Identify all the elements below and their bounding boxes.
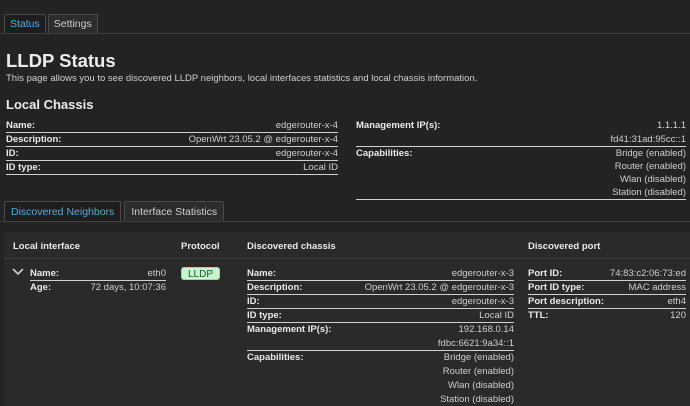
capabilities-row: Capabilities: Bridge (enabled) [356,147,686,160]
interface-age: 72 days, 10:07:36 [90,282,166,293]
neighbor-mgmt-ip-row-2: fdbc:6621:9a34::1 [247,337,514,351]
protocol-badge: LLDP [181,267,221,280]
label: TTL: [528,310,549,321]
discovered-chassis-details: Name: edgerouter-x-3 Description: OpenWrt … [247,267,514,406]
table-header: Local interface Protocol Discovered chas… [4,232,690,259]
label: ID type: [6,162,41,173]
label: ID type: [247,310,282,321]
neighbor-capabilities-list: Router (enabled) Wlan (disabled) Station… [247,365,514,406]
neighbor-description-row: Description: OpenWrt 23.05.2 @ edgerouter… [247,281,514,295]
label: Capabilities: [247,352,304,363]
capability-4: Station (disabled) [612,187,686,198]
chassis-id: edgerouter-x-4 [275,148,338,159]
neighbor-description: OpenWrt 23.05.2 @ edgerouter-x-3 [364,282,514,293]
neighbor-id-type-row: ID type: Local ID [247,309,514,323]
neighbor-capability-1: Bridge (enabled) [443,352,514,363]
neighbor-capabilities-row: Capabilities: Bridge (enabled) [247,351,514,365]
port-description: eth4 [667,296,687,307]
capability-2: Router (enabled) [614,161,686,172]
local-chassis-network: Management IP(s): 1.1.1.1 fd41:31ad:95cc:… [356,119,686,200]
neighbor-mgmt-ip-2: fdbc:6621:9a34::1 [437,338,514,349]
interface-age-row: Age: 72 days, 10:07:36 [30,281,166,295]
label: Description: [247,282,303,293]
chevron-down-icon[interactable] [12,268,24,276]
label: Capabilities: [356,148,413,159]
mgmt-ip-1: 1.1.1.1 [656,120,686,131]
neighbor-id: edgerouter-x-3 [451,296,514,307]
neighbor-capability-2: Router (enabled) [442,366,514,377]
header-discovered-port: Discovered port [528,241,601,252]
local-chassis-heading: Local Chassis [6,97,94,112]
tab-discovered-neighbors[interactable]: Discovered Neighbors [4,201,122,222]
neighbor-capability-3: Wlan (disabled) [448,380,514,391]
neighbor-name: edgerouter-x-3 [451,268,514,279]
top-tab-bar: Status Settings [4,14,98,34]
chassis-description-row: Description: OpenWrt 23.05.2 @ edgerouter… [6,133,338,147]
port-description-row: Port description: eth4 [528,295,686,309]
page-intro: This page allows you to see discovered L… [6,73,478,84]
port-ttl-row: TTL: 120 [528,309,686,323]
neighbor-id-type: Local ID [479,310,514,321]
neighbor-name-row: Name: edgerouter-x-3 [247,267,514,281]
chassis-name-row: Name: edgerouter-x-4 [6,119,338,133]
local-chassis-details: Name: edgerouter-x-4 Description: OpenWrt … [6,119,338,175]
tab-settings[interactable]: Settings [47,14,98,34]
port-id-row: Port ID: 74:83:c2:06:73:ed [528,267,686,281]
header-local-interface: Local interface [13,241,81,252]
header-discovered-chassis: Discovered chassis [247,241,336,252]
label: Port ID: [528,268,563,279]
neighbor-mgmt-ip-row: Management IP(s): 192.168.0.14 [247,323,514,337]
neighbor-id-row: ID: edgerouter-x-3 [247,295,514,309]
local-interface-details: Name: eth0 Age: 72 days, 10:07:36 [30,267,166,295]
sub-tab-bar: Discovered Neighbors Interface Statistic… [4,201,225,222]
capability-1: Bridge (enabled) [615,148,686,159]
header-protocol: Protocol [181,241,220,252]
port-id-type: MAC address [628,282,686,293]
label: Description: [6,134,62,145]
mgmt-ip-row-2: fd41:31ad:95cc::1 [356,133,686,147]
label: Port description: [528,296,605,307]
mgmt-ip-2: fd41:31ad:95cc::1 [610,134,686,145]
port-ttl: 120 [670,310,686,321]
label: ID: [6,148,19,159]
tab-divider [0,33,690,34]
neighbor-capability-4: Station (disabled) [440,394,514,405]
chassis-description: OpenWrt 23.05.2 @ edgerouter-x-4 [188,134,338,145]
chassis-id-type-row: ID type: Local ID [6,161,338,175]
chassis-name: edgerouter-x-4 [275,120,338,131]
chassis-id-type: Local ID [303,162,338,173]
tab-interface-statistics[interactable]: Interface Statistics [124,201,225,222]
sub-tab-divider [0,221,690,222]
tab-status[interactable]: Status [4,14,46,34]
interface-name: eth0 [147,268,167,279]
port-id: 74:83:c2:06:73:ed [609,268,686,279]
capabilities-list: Router (enabled) Wlan (disabled) Station… [356,160,686,200]
port-id-type-row: Port ID type: MAC address [528,281,686,295]
neighbors-table: Local interface Protocol Discovered chas… [4,232,690,406]
label: Name: [30,268,60,279]
label: ID: [247,296,260,307]
label: Management IP(s): [247,324,332,335]
label: Name: [247,268,277,279]
label: Name: [6,120,36,131]
capability-3: Wlan (disabled) [620,174,686,185]
label: Management IP(s): [356,120,441,131]
mgmt-ip-row: Management IP(s): 1.1.1.1 [356,119,686,133]
label: Port ID type: [528,282,585,293]
page-title: LLDP Status [6,50,116,71]
label: Age: [30,282,52,293]
neighbor-mgmt-ip-1: 192.168.0.14 [458,324,514,335]
chassis-id-row: ID: edgerouter-x-4 [6,147,338,161]
interface-name-row: Name: eth0 [30,267,166,281]
discovered-port-details: Port ID: 74:83:c2:06:73:ed Port ID type: M… [528,267,686,323]
